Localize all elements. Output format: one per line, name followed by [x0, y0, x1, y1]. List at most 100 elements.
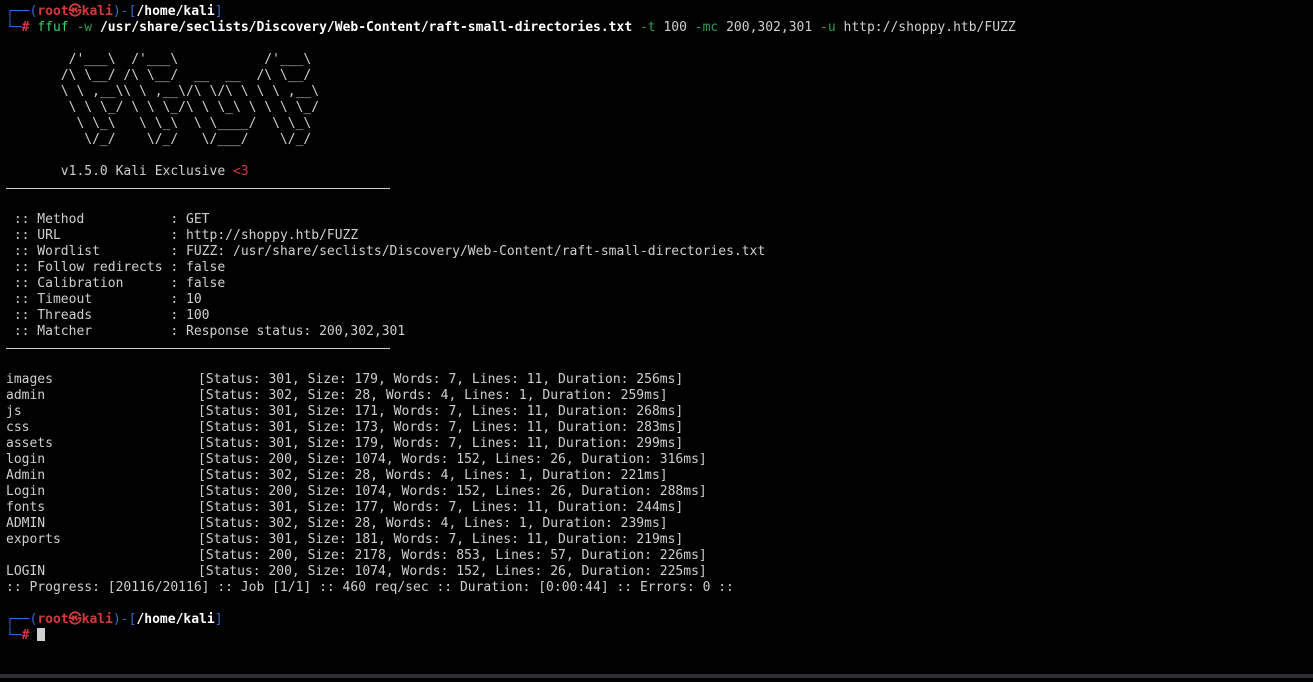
config-row: :: Calibration : false [6, 276, 1313, 292]
result-path: LOGIN [6, 564, 46, 579]
config-value: : Response status: 200,302,301 [170, 324, 406, 339]
version-text: v1.5.0 Kali Exclusive [6, 164, 233, 179]
config-key: :: Wordlist [6, 244, 171, 259]
result-path: login [6, 452, 46, 467]
prompt-symbol: # [21, 20, 30, 35]
result-status: [Status: 301, Size: 179, Words: 7, Lines… [198, 436, 684, 451]
prompt-user: root [37, 612, 69, 627]
prompt-cwd: /home/kali [136, 612, 215, 627]
config-row: :: Timeout : 10 [6, 292, 1313, 308]
result-path: css [6, 420, 30, 435]
flag-url: -u [820, 20, 836, 35]
config-key: :: Method [6, 212, 171, 227]
result-row: Login [Status: 200, Size: 1074, Words: 15… [6, 484, 1313, 500]
heart-text: <3 [232, 164, 249, 179]
banner-line: \ \_\ \ \_\ \ \____/ \ \_\ [6, 116, 312, 131]
config-value: : 100 [170, 308, 210, 323]
result-path: admin [6, 388, 46, 403]
banner-line: \ \ ,__\\ \ ,__\/\ \/\ \ \ \ ,__\ [6, 84, 320, 99]
config-value: : false [170, 276, 226, 291]
result-status: [Status: 302, Size: 28, Words: 4, Lines:… [198, 388, 668, 403]
result-row: login [Status: 200, Size: 1074, Words: 15… [6, 452, 1313, 468]
banner-line: /\ \__/ /\ \__/ __ __ /\ \__/ [6, 68, 312, 83]
config-key: :: Calibration [6, 276, 171, 291]
result-status: [Status: 200, Size: 1074, Words: 152, Li… [198, 484, 707, 499]
result-row: assets [Status: 301, Size: 179, Words: 7,… [6, 436, 1313, 452]
result-status: [Status: 302, Size: 28, Words: 4, Lines:… [198, 516, 668, 531]
config-row: :: URL : http://shoppy.htb/FUZZ [6, 228, 1313, 244]
prompt-line-2: ┌──(root㉿kali)-[/home/kali] [6, 612, 223, 627]
config-row: :: Wordlist : FUZZ: /usr/share/seclists/… [6, 244, 1313, 260]
prompt-host: kali [81, 612, 113, 627]
result-status: [Status: 301, Size: 173, Words: 7, Lines… [198, 420, 684, 435]
flag-wordlist: -w [76, 20, 93, 35]
result-status: [Status: 200, Size: 1074, Words: 152, Li… [198, 564, 707, 579]
result-row: LOGIN [Status: 200, Size: 1074, Words: 15… [6, 564, 1313, 580]
result-row: Admin [Status: 302, Size: 28, Words: 4, L… [6, 468, 1313, 484]
result-status: [Status: 301, Size: 177, Words: 7, Lines… [198, 500, 684, 515]
input-line[interactable]: └─# [6, 628, 1313, 644]
result-row: fonts [Status: 301, Size: 177, Words: 7, … [6, 500, 1313, 516]
result-path: assets [6, 436, 53, 451]
flag-matcher: -mc [694, 20, 719, 35]
progress-line: :: Progress: [20116/20116] :: Job [1/1] … [6, 580, 734, 595]
flag-threads: -t [639, 20, 656, 35]
result-row: exports [Status: 301, Size: 181, Words: 7… [6, 532, 1313, 548]
result-status: [Status: 200, Size: 2178, Words: 853, Li… [198, 548, 707, 563]
divider [6, 180, 1313, 196]
config-key: :: URL [6, 228, 171, 243]
arg-wordlist: /usr/share/seclists/Discovery/Web-Conten… [99, 20, 633, 35]
config-value: : false [170, 260, 226, 275]
result-status: [Status: 302, Size: 28, Words: 4, Lines:… [198, 468, 668, 483]
config-row: :: Matcher : Response status: 200,302,30… [6, 324, 1313, 340]
result-path: ADMIN [6, 516, 46, 531]
config-key: :: Timeout [6, 292, 171, 307]
config-value: : 10 [170, 292, 202, 307]
config-row: :: Method : GET [6, 212, 1313, 228]
version-line: v1.5.0 Kali Exclusive <3 [6, 164, 1313, 180]
command-line: └─# ffuf -w /usr/share/seclists/Discover… [6, 20, 1016, 35]
config-key: :: Follow redirects [6, 260, 171, 275]
config-value: : http://shoppy.htb/FUZZ [170, 228, 359, 243]
config-value: : GET [170, 212, 210, 227]
result-row: admin [Status: 302, Size: 28, Words: 4, L… [6, 388, 1313, 404]
text-cursor[interactable] [37, 628, 46, 641]
banner-line: \/_/ \/_/ \/___/ \/_/ [6, 132, 312, 147]
arg-url: http://shoppy.htb/FUZZ [843, 20, 1016, 35]
result-status: [Status: 301, Size: 181, Words: 7, Lines… [198, 532, 684, 547]
ffuf-ascii-banner: /'___\ /'___\ /'___\ /\ \__/ /\ \__/ __ … [6, 52, 1313, 148]
arg-threads: 100 [663, 20, 687, 35]
result-path: images [6, 372, 53, 387]
result-path: fonts [6, 500, 46, 515]
skull-icon: ㉿ [68, 4, 82, 19]
config-value: : FUZZ: /usr/share/seclists/Discovery/We… [170, 244, 766, 259]
terminal-window[interactable]: ┌──(root㉿kali)-[/home/kali] └─# ffuf -w … [0, 0, 1313, 678]
config-block: :: Method : GET :: URL : http://shoppy.h… [6, 212, 1313, 340]
divider [6, 340, 1313, 356]
config-row: :: Threads : 100 [6, 308, 1313, 324]
terminal-bottom-border [0, 674, 1313, 678]
result-path: Login [6, 484, 46, 499]
command-program: ffuf [37, 20, 69, 35]
result-row: js [Status: 301, Size: 171, Words: 7, Lin… [6, 404, 1313, 420]
result-status: [Status: 301, Size: 171, Words: 7, Lines… [198, 404, 684, 419]
result-row: images [Status: 301, Size: 179, Words: 7,… [6, 372, 1313, 388]
prompt-line-1: ┌──(root㉿kali)-[/home/kali] [6, 4, 223, 19]
result-row: ADMIN [Status: 302, Size: 28, Words: 4, L… [6, 516, 1313, 532]
result-row: css [Status: 301, Size: 173, Words: 7, Li… [6, 420, 1313, 436]
arg-matcher: 200,302,301 [726, 20, 813, 35]
config-row: :: Follow redirects : false [6, 260, 1313, 276]
prompt-cwd: /home/kali [136, 4, 215, 19]
result-row: [Status: 200, Size: 2178, Words: 853, Li… [6, 548, 1313, 564]
prompt-host: kali [81, 4, 113, 19]
config-key: :: Threads [6, 308, 171, 323]
skull-icon: ㉿ [68, 612, 82, 627]
config-key: :: Matcher [6, 324, 171, 339]
result-path: Admin [6, 468, 46, 483]
results-list: images [Status: 301, Size: 179, Words: 7,… [6, 372, 1313, 580]
result-status: [Status: 301, Size: 179, Words: 7, Lines… [198, 372, 684, 387]
result-status: [Status: 200, Size: 1074, Words: 152, Li… [198, 452, 707, 467]
result-path: exports [6, 532, 61, 547]
prompt-symbol: # [21, 628, 30, 643]
banner-line: \ \ \_/ \ \ \_/\ \ \_\ \ \ \ \_/ [6, 100, 320, 115]
